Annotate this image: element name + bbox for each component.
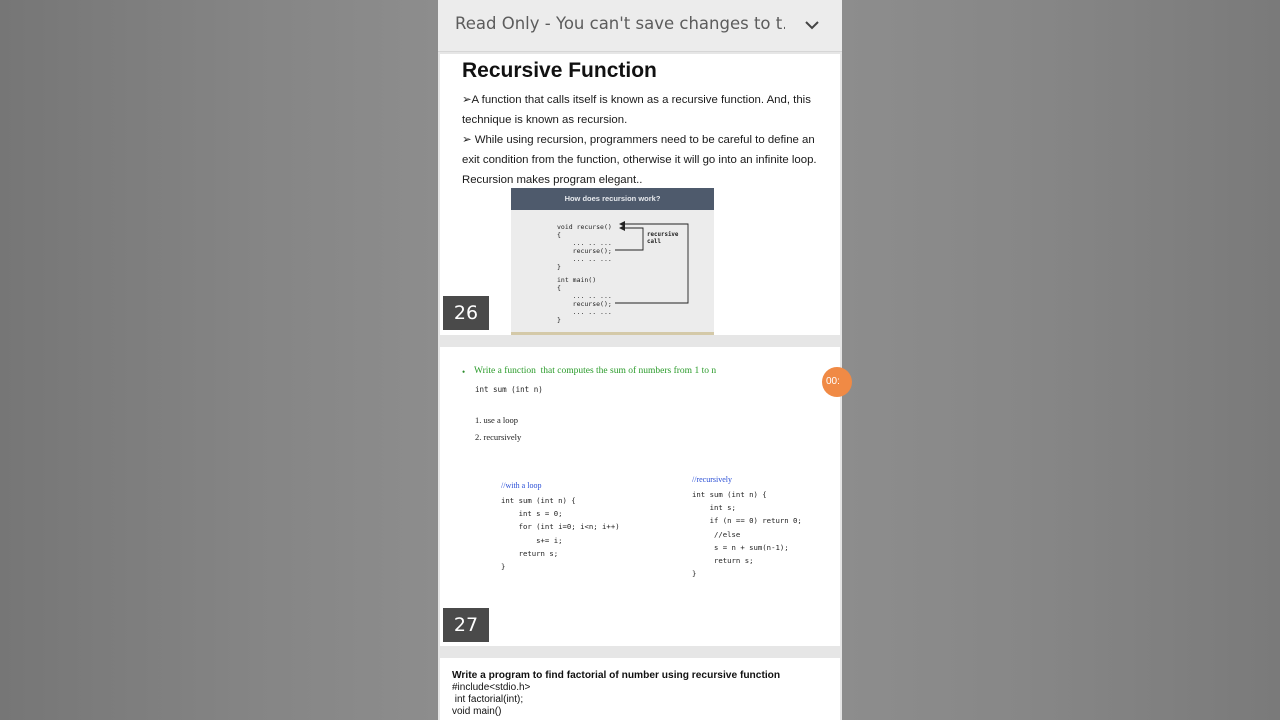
loop-comment: //with a loop xyxy=(501,481,542,490)
slide-26[interactable]: Recursive Function ➢A function that call… xyxy=(440,54,840,335)
code-prototype: int factorial(int); xyxy=(452,694,524,705)
diagram-footer xyxy=(511,332,714,335)
document-viewer: Read Only - You can't save changes to t.… xyxy=(438,0,842,720)
slide-28[interactable]: Write a program to find factorial of num… xyxy=(440,658,840,720)
slide-27[interactable]: • Write a function that computes the sum… xyxy=(440,347,840,646)
slide-number-badge: 26 xyxy=(443,296,489,330)
recursive-code: int sum (int n) { int s; if (n == 0) ret… xyxy=(692,490,802,579)
slide-number-badge: 27 xyxy=(443,608,489,642)
function-signature: int sum (int n) xyxy=(475,385,543,394)
read-only-banner[interactable]: Read Only - You can't save changes to t.… xyxy=(438,0,842,52)
paragraph-elegant: Recursion makes program elegant.. xyxy=(462,174,643,186)
slide-title: Recursive Function xyxy=(462,59,657,82)
program-title: Write a program to find factorial of num… xyxy=(452,670,781,681)
option-recursive: 2. recursively xyxy=(475,432,522,442)
exercise-task: Write a function that computes the sum o… xyxy=(474,366,717,376)
code-main: void main() xyxy=(452,706,502,717)
recursion-diagram: How does recursion work? void recurse() … xyxy=(511,188,714,335)
chevron-down-icon[interactable] xyxy=(802,17,822,35)
paragraph-definition: ➢A function that calls itself is known a… xyxy=(462,94,811,126)
loop-code: int sum (int n) { int s = 0; for (int i=… xyxy=(501,496,620,572)
paragraph-exit-condition: ➢ While using recursion, programmers nee… xyxy=(462,134,817,166)
option-loop: 1. use a loop xyxy=(475,415,518,425)
bullet-icon: • xyxy=(462,367,466,377)
recursion-arrows xyxy=(615,221,689,304)
timer-bubble[interactable]: 00: xyxy=(822,367,852,397)
slide-body: ➢A function that calls itself is known a… xyxy=(462,90,834,190)
code-include: #include<stdio.h> xyxy=(452,682,531,693)
read-only-message: Read Only - You can't save changes to t.… xyxy=(455,14,785,33)
recursive-comment: //recursively xyxy=(692,475,732,484)
